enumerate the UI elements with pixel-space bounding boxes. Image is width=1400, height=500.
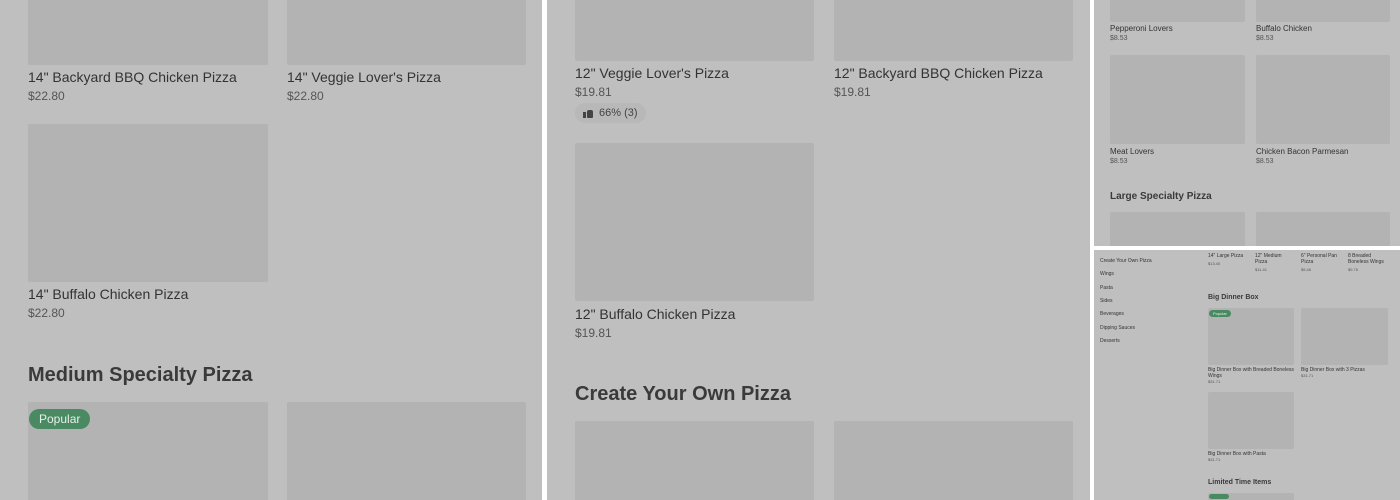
sidebar-item-wings[interactable]: Wings — [1100, 271, 1114, 277]
sidebar-item-sides[interactable]: Sides — [1100, 298, 1113, 304]
rating-text: 66% (3) — [599, 107, 638, 119]
section-heading: Large Specialty Pizza — [1110, 191, 1212, 202]
thumbs-up-icon — [583, 108, 593, 118]
item-image[interactable] — [834, 421, 1073, 500]
item-name[interactable]: 14" Large Pizza — [1208, 253, 1248, 259]
item-name[interactable]: Chicken Bacon Parmesan — [1256, 147, 1349, 156]
item-image[interactable] — [1301, 308, 1388, 365]
item-image[interactable] — [575, 143, 814, 301]
item-price: $8.53 — [1256, 158, 1274, 165]
item-name[interactable]: 12" Veggie Lover's Pizza — [575, 65, 729, 81]
item-price: $11.41 — [1255, 267, 1267, 272]
item-price: $8.53 — [1110, 35, 1128, 42]
item-name[interactable]: 8 Breaded Boneless Wings — [1348, 253, 1392, 265]
popular-badge-partial — [1209, 494, 1229, 499]
item-image[interactable] — [834, 0, 1073, 61]
item-image[interactable] — [1256, 55, 1390, 144]
sidebar-item-beverages[interactable]: Beverages — [1100, 311, 1124, 317]
item-image[interactable] — [1110, 212, 1245, 246]
item-price: $31.71 — [1208, 457, 1221, 462]
item-image[interactable] — [287, 0, 526, 65]
item-name[interactable]: Buffalo Chicken — [1256, 24, 1312, 33]
sidebar-item-desserts[interactable]: Desserts — [1100, 338, 1120, 344]
sidebar-item-pasta[interactable]: Pasta — [1100, 285, 1113, 291]
item-name[interactable]: 12" Medium Pizza — [1255, 253, 1295, 265]
section-heading: Big Dinner Box — [1208, 294, 1259, 301]
sidebar-item-create-your-own[interactable]: Create Your Own Pizza — [1100, 258, 1152, 264]
item-name[interactable]: 14" Backyard BBQ Chicken Pizza — [28, 69, 237, 85]
item-price: $8.53 — [1110, 158, 1128, 165]
section-heading: Create Your Own Pizza — [575, 383, 791, 405]
item-image[interactable] — [287, 402, 526, 500]
item-price: $13.40 — [1208, 261, 1221, 266]
rating-badge: 66% (3) — [575, 103, 646, 123]
item-price: $5.46 — [1301, 267, 1312, 272]
item-image[interactable] — [28, 124, 268, 282]
item-image[interactable] — [28, 0, 268, 65]
item-price: $8.53 — [1256, 35, 1274, 42]
menu-panel-specialty: Pepperoni Lovers $8.53 Buffalo Chicken $… — [1094, 0, 1400, 246]
item-image[interactable] — [1110, 0, 1245, 22]
item-price: $22.80 — [287, 89, 324, 103]
item-price: $31.71 — [1301, 373, 1314, 378]
item-name[interactable]: 6" Personal Pan Pizza — [1301, 253, 1341, 265]
section-heading: Limited Time Items — [1208, 479, 1272, 486]
sidebar-item-dipping-sauces[interactable]: Dipping Sauces — [1100, 325, 1135, 331]
popular-badge: Popular — [1209, 310, 1231, 317]
item-name[interactable]: 12" Buffalo Chicken Pizza — [575, 306, 735, 322]
item-name[interactable]: Big Dinner Box with Breaded Boneless Win… — [1208, 367, 1294, 379]
item-name[interactable]: 12" Backyard BBQ Chicken Pizza — [834, 65, 1043, 81]
item-price: $31.71 — [1208, 379, 1221, 384]
item-image[interactable] — [575, 421, 814, 500]
popular-badge: Popular — [29, 409, 91, 429]
item-image[interactable] — [1110, 55, 1245, 144]
item-name[interactable]: 14" Veggie Lover's Pizza — [287, 69, 441, 85]
item-image[interactable] — [1256, 0, 1390, 22]
item-price: $22.80 — [28, 306, 65, 320]
menu-panel-medium-pizza: 12" Veggie Lover's Pizza $19.81 66% (3) … — [547, 0, 1090, 500]
item-price: $9.75 — [1348, 267, 1359, 272]
menu-panel-large-pizza: 14" Backyard BBQ Chicken Pizza $22.80 14… — [0, 0, 542, 500]
item-price: $22.80 — [28, 89, 65, 103]
item-name[interactable]: 14" Buffalo Chicken Pizza — [28, 286, 188, 302]
item-image[interactable] — [1208, 392, 1294, 449]
item-price: $19.81 — [575, 326, 612, 340]
item-name[interactable]: Pepperoni Lovers — [1110, 24, 1173, 33]
item-price: $19.81 — [575, 85, 612, 99]
item-image[interactable] — [1256, 212, 1390, 246]
item-price: $19.81 — [834, 85, 871, 99]
item-image[interactable] — [575, 0, 814, 61]
item-name[interactable]: Meat Lovers — [1110, 147, 1154, 156]
section-heading: Medium Specialty Pizza — [28, 364, 253, 386]
menu-panel-overview: Create Your Own Pizza Wings Pasta Sides … — [1094, 250, 1400, 500]
